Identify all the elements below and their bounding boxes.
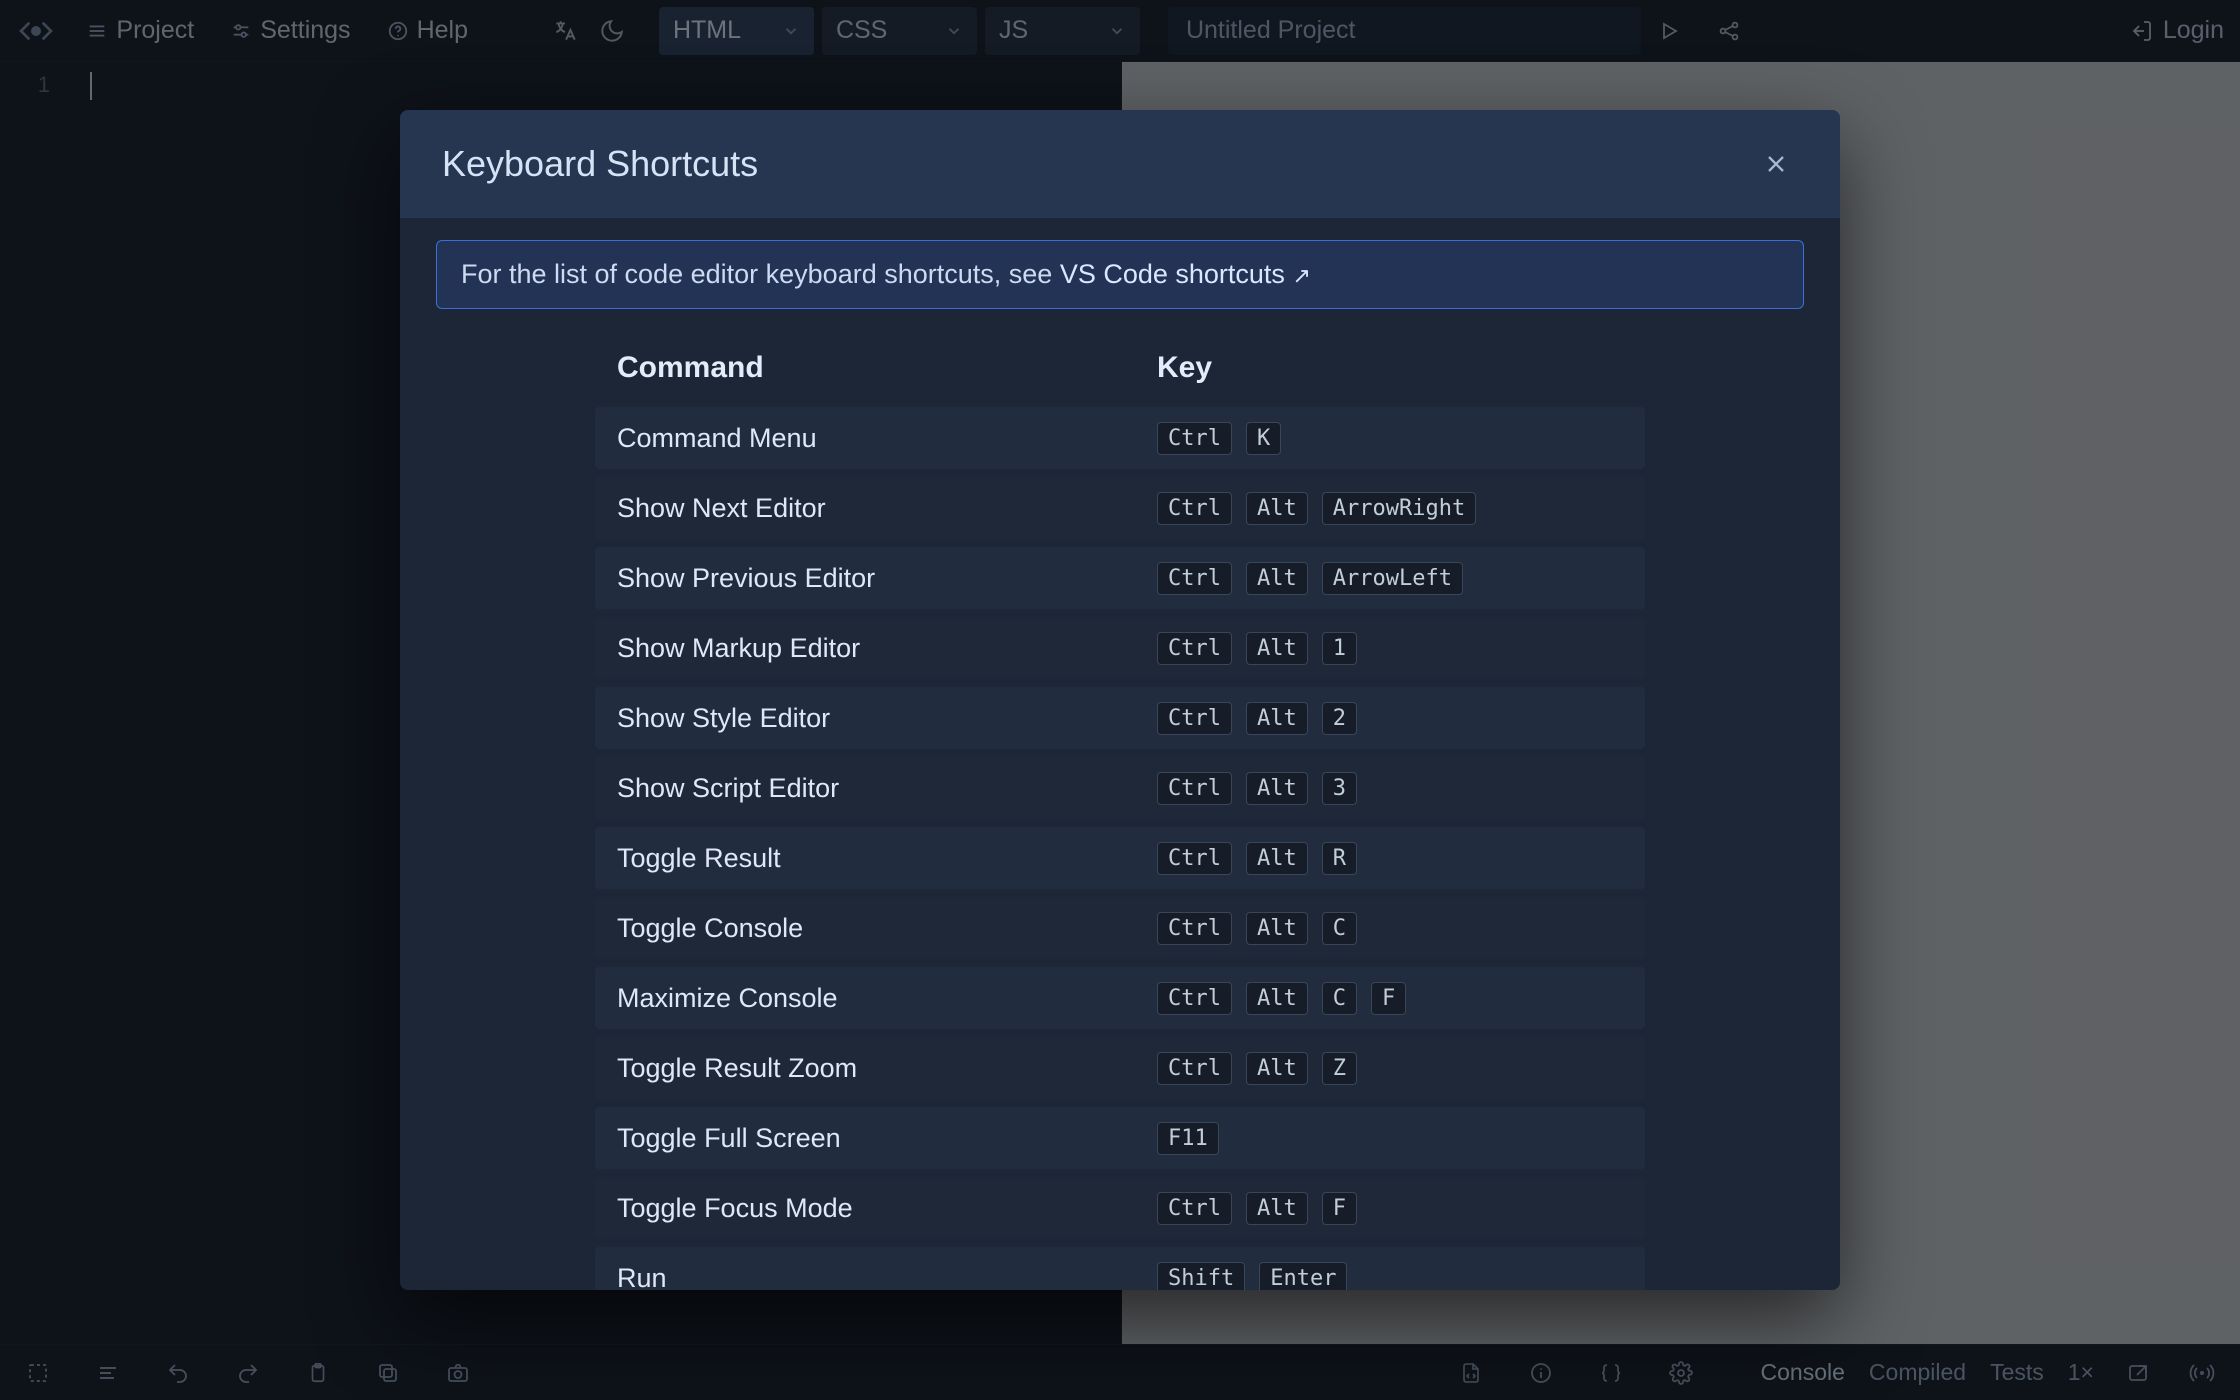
key-badge: Alt (1246, 1192, 1308, 1225)
key-combo: Ctrl Alt 3 (1157, 772, 1623, 805)
key-badge: R (1322, 842, 1357, 875)
key-combo: Ctrl Alt ArrowRight (1157, 492, 1623, 525)
header-command: Command (617, 351, 1157, 385)
modal-body: For the list of code editor keyboard sho… (400, 218, 1840, 1290)
key-badge: Alt (1246, 912, 1308, 945)
key-badge: Ctrl (1157, 562, 1232, 595)
command-name: Toggle Result (617, 843, 1157, 874)
key-badge: Ctrl (1157, 772, 1232, 805)
key-badge: Ctrl (1157, 1192, 1232, 1225)
key-combo: Ctrl Alt 2 (1157, 702, 1623, 735)
close-button[interactable] (1754, 142, 1798, 186)
key-combo: Ctrl Alt 1 (1157, 632, 1623, 665)
table-header: Command Key (595, 337, 1645, 399)
key-combo: F11 (1157, 1122, 1623, 1155)
command-name: Show Markup Editor (617, 633, 1157, 664)
key-combo: Ctrl Alt C (1157, 912, 1623, 945)
table-row: Toggle Focus ModeCtrl Alt F (595, 1177, 1645, 1239)
command-name: Toggle Full Screen (617, 1123, 1157, 1154)
key-badge: Ctrl (1157, 702, 1232, 735)
key-badge: C (1322, 982, 1357, 1015)
key-badge: Enter (1259, 1262, 1347, 1291)
key-badge: Alt (1246, 1052, 1308, 1085)
command-name: Show Script Editor (617, 773, 1157, 804)
table-row: Toggle ResultCtrl Alt R (595, 827, 1645, 889)
command-name: Show Style Editor (617, 703, 1157, 734)
keyboard-shortcuts-modal: Keyboard Shortcuts For the list of code … (400, 110, 1840, 1290)
key-combo: Ctrl Alt ArrowLeft (1157, 562, 1623, 595)
table-row: Show Next EditorCtrl Alt ArrowRight (595, 477, 1645, 539)
table-row: RunShift Enter (595, 1247, 1645, 1290)
table-row: Show Style EditorCtrl Alt 2 (595, 687, 1645, 749)
command-name: Toggle Console (617, 913, 1157, 944)
modal-header: Keyboard Shortcuts (400, 110, 1840, 218)
key-combo: Ctrl Alt CF (1157, 982, 1623, 1015)
key-combo: Shift Enter (1157, 1262, 1623, 1291)
key-badge: F (1371, 982, 1406, 1015)
table-row: Toggle Result ZoomCtrl Alt Z (595, 1037, 1645, 1099)
modal-overlay[interactable]: Keyboard Shortcuts For the list of code … (0, 0, 2240, 1400)
key-badge: ArrowLeft (1322, 562, 1463, 595)
key-badge: F11 (1157, 1122, 1219, 1155)
table-row: Show Script EditorCtrl Alt 3 (595, 757, 1645, 819)
banner-text: For the list of code editor keyboard sho… (461, 259, 1060, 289)
key-badge: Alt (1246, 492, 1308, 525)
key-badge: Shift (1157, 1262, 1245, 1291)
key-badge: Ctrl (1157, 982, 1232, 1015)
table-row: Show Markup EditorCtrl Alt 1 (595, 617, 1645, 679)
key-badge: 1 (1322, 632, 1357, 665)
table-row: Show Previous EditorCtrl Alt ArrowLeft (595, 547, 1645, 609)
key-badge: Ctrl (1157, 842, 1232, 875)
key-combo: Ctrl Alt R (1157, 842, 1623, 875)
command-name: Toggle Focus Mode (617, 1193, 1157, 1224)
command-name: Maximize Console (617, 983, 1157, 1014)
key-badge: Alt (1246, 842, 1308, 875)
table-row: Command MenuCtrl K (595, 407, 1645, 469)
key-badge: 2 (1322, 702, 1357, 735)
table-row: Maximize ConsoleCtrl Alt CF (595, 967, 1645, 1029)
key-combo: Ctrl Alt Z (1157, 1052, 1623, 1085)
key-badge: F (1322, 1192, 1357, 1225)
header-key: Key (1157, 351, 1623, 385)
key-badge: Z (1322, 1052, 1357, 1085)
key-badge: 3 (1322, 772, 1357, 805)
command-name: Show Next Editor (617, 493, 1157, 524)
info-banner: For the list of code editor keyboard sho… (436, 240, 1804, 309)
key-badge: Alt (1246, 632, 1308, 665)
command-name: Run (617, 1263, 1157, 1291)
key-badge: Ctrl (1157, 422, 1232, 455)
key-badge: ArrowRight (1322, 492, 1476, 525)
shortcuts-table: Command Key Command MenuCtrlKShow Next E… (595, 337, 1645, 1290)
key-combo: Ctrl Alt F (1157, 1192, 1623, 1225)
key-badge: Ctrl (1157, 1052, 1232, 1085)
key-badge: Alt (1246, 772, 1308, 805)
table-row: Toggle Full ScreenF11 (595, 1107, 1645, 1169)
modal-title: Keyboard Shortcuts (442, 143, 758, 185)
key-badge: Ctrl (1157, 492, 1232, 525)
command-name: Show Previous Editor (617, 563, 1157, 594)
key-badge: Alt (1246, 702, 1308, 735)
table-row: Toggle ConsoleCtrl Alt C (595, 897, 1645, 959)
key-badge: Ctrl (1157, 632, 1232, 665)
key-badge: Ctrl (1157, 912, 1232, 945)
external-link-icon: ↗ (1292, 263, 1310, 288)
command-name: Toggle Result Zoom (617, 1053, 1157, 1084)
command-name: Command Menu (617, 423, 1157, 454)
key-badge: K (1246, 422, 1281, 455)
key-badge: Alt (1246, 982, 1308, 1015)
key-badge: C (1322, 912, 1357, 945)
vscode-shortcuts-link[interactable]: VS Code shortcuts ↗ (1060, 259, 1311, 289)
key-badge: Alt (1246, 562, 1308, 595)
key-combo: Ctrl K (1157, 422, 1623, 455)
